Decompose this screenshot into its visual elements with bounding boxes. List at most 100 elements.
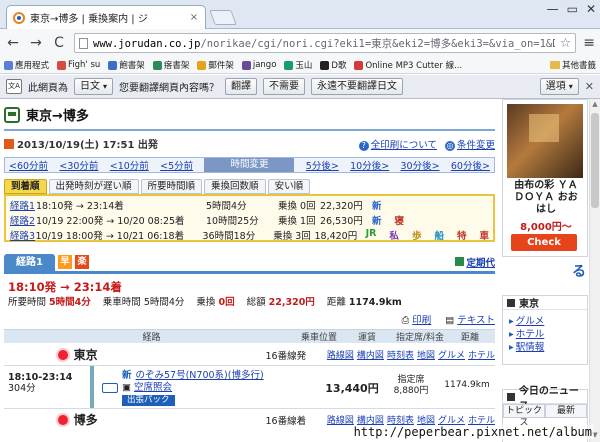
bookmark-item[interactable]: 瘩書架 <box>152 59 190 71</box>
print-link[interactable]: 印刷 <box>412 315 431 326</box>
bookmark-item[interactable]: D歌 <box>320 59 346 71</box>
time-link-before-60[interactable]: <60分前 <box>9 158 48 172</box>
tab-route-1[interactable]: 経路1 <box>4 254 55 271</box>
no-thanks-button[interactable]: 不需要 <box>263 78 306 95</box>
translate-button[interactable]: 翻譯 <box>225 78 258 95</box>
route-transfers: 乗換 0回 <box>278 200 316 212</box>
question-icon: ? <box>358 140 369 151</box>
station-link[interactable]: グルメ <box>438 348 465 361</box>
train-name-link[interactable]: のぞみ57号(N700系)(博多行) <box>136 370 264 381</box>
bookmark-label: 郵件架 <box>208 61 234 71</box>
apps-icon <box>4 60 13 70</box>
time-link-after-10[interactable]: 10分後> <box>350 158 389 172</box>
route-name[interactable]: 経路3 <box>10 228 36 242</box>
tab-sort-transfers[interactable]: 乗換回数順 <box>204 179 266 194</box>
station-link[interactable]: 時刻表 <box>387 348 414 361</box>
text-link[interactable]: テキスト <box>457 315 495 326</box>
tab-sort-cheapest[interactable]: 安い順 <box>267 179 311 194</box>
station-box-link[interactable]: ホテル <box>516 329 545 340</box>
options-button[interactable]: 選項 <box>539 78 579 95</box>
translate-prefix: 此網頁為 <box>28 83 68 94</box>
station-link[interactable]: 路線図 <box>327 348 354 361</box>
scrollbar-thumb[interactable] <box>591 113 599 208</box>
route-mark: JR <box>365 227 377 239</box>
time-link-before-30[interactable]: <30分前 <box>59 158 98 172</box>
page-header: 東京→博多 <box>4 105 89 124</box>
minimize-button[interactable]: — <box>547 0 559 18</box>
route-row[interactable]: 経路2 10/19 22:00発 → 10/20 08:25着 10時間25分 … <box>10 212 489 227</box>
route-row[interactable]: 経路3 10/19 18:00発 → 10/21 06:18着 36時間18分 … <box>10 227 489 242</box>
route-row[interactable]: 経路1 18:10発 → 23:14着 5時間4分 乗換 0回 22,320円 … <box>10 197 489 212</box>
commuter-pass-link[interactable]: 定期代 <box>466 258 495 269</box>
print-all-link[interactable]: 全印刷について <box>371 140 437 151</box>
tab-latest[interactable]: 最新 <box>545 404 587 418</box>
seat-check-link[interactable]: 空席照会 <box>134 382 172 393</box>
station-name: 博多 <box>73 413 98 427</box>
chrome-menu-icon[interactable]: ≡ <box>583 35 595 51</box>
never-translate-button[interactable]: 永遠不要翻譯日文 <box>311 78 404 95</box>
window-controls: — ▭ ✕ <box>547 0 596 18</box>
tab-close-icon[interactable]: × <box>189 12 199 23</box>
route-transfers: 乗換 1回 <box>278 215 316 227</box>
bookmark-item[interactable]: 飽書架 <box>108 59 145 71</box>
bookmark-item[interactable]: Figh' su <box>57 60 100 70</box>
maximize-button[interactable]: ▭ <box>567 0 578 18</box>
back-button[interactable]: ← <box>5 35 21 51</box>
bookmark-item[interactable]: Online MP3 Cutter 線... <box>354 59 462 71</box>
options-label: 選項 <box>545 81 566 92</box>
square-icon <box>507 392 515 401</box>
conditions-link[interactable]: 条件変更 <box>457 140 495 151</box>
bookmark-item[interactable]: 郵件架 <box>197 59 234 71</box>
tab-sort-duration[interactable]: 所要時間順 <box>140 179 203 194</box>
route-list: 経路1 18:10発 → 23:14着 5時間4分 乗換 0回 22,320円 … <box>4 194 495 242</box>
tab-title: 東京→博多 | 乗換案内 | ジ <box>30 14 148 25</box>
departure-date: 2013/10/19(土) 17:51 出発 <box>17 140 158 151</box>
forward-button[interactable]: → <box>28 35 44 51</box>
station-box-link[interactable]: 駅情報 <box>516 342 545 353</box>
station-link[interactable]: 地図 <box>417 348 435 361</box>
time-link-before-5[interactable]: <5分前 <box>160 158 193 172</box>
time-link-after-30[interactable]: 30分後> <box>400 158 439 172</box>
time-link-before-10[interactable]: <10分前 <box>110 158 149 172</box>
route-time: 10/19 18:00発 → 10/21 06:18着 <box>35 230 185 242</box>
train-icon <box>102 383 118 393</box>
bookmark-star-icon[interactable]: ☆ <box>560 36 572 51</box>
station-box-links: グルメ ホテル 駅情報 <box>503 310 587 354</box>
reload-button[interactable]: C <box>51 35 67 51</box>
hotel-ad[interactable]: 由布の彩 ＹＡ ＤＯＹＡ おお はし 8,000円～ Check <box>502 99 588 257</box>
business-pack-button[interactable]: 出張パック <box>122 395 175 406</box>
station-link[interactable]: 構内図 <box>357 348 384 361</box>
address-bar[interactable]: www.jorudan.co.jp/norikae/cgi/nori.cgi?e… <box>74 33 577 53</box>
vertical-scrollbar[interactable]: ▲ ▼ <box>589 99 600 442</box>
bookmark-label: 瘩書架 <box>163 61 190 71</box>
new-tab-button[interactable] <box>209 10 237 25</box>
tab-topics[interactable]: トピックス <box>503 404 545 428</box>
bookmark-item[interactable]: 應用程式 <box>4 59 49 71</box>
route-marks: 新 寝 <box>372 213 404 227</box>
time-link-after-60[interactable]: 60分後> <box>451 158 490 172</box>
tab-sort-arrival[interactable]: 到着順 <box>4 179 47 194</box>
station-link[interactable]: ホテル <box>468 348 495 361</box>
bookmark-item[interactable]: 玉山 <box>284 59 312 71</box>
route-name[interactable]: 経路1 <box>10 198 36 212</box>
bookmark-favicon-icon <box>284 60 294 70</box>
other-bookmarks[interactable]: 其他書籤 <box>549 59 596 71</box>
ride-time: 5時間4分 <box>143 297 185 308</box>
route-name[interactable]: 経路2 <box>10 213 36 227</box>
ad-line: ＤＯＹＡ おお <box>514 192 578 203</box>
station-name: 東京 <box>73 348 98 362</box>
time-link-after-5[interactable]: 5分後> <box>306 158 339 172</box>
station-box-link[interactable]: グルメ <box>516 316 545 327</box>
ad-check-button[interactable]: Check <box>511 234 577 251</box>
language-select[interactable]: 日文 <box>74 78 114 95</box>
station-link[interactable]: 路線図 <box>327 413 354 426</box>
bookmark-item[interactable]: jango <box>241 60 276 70</box>
browser-tab-active[interactable]: 東京→博多 | 乗換案内 | ジ × <box>6 5 206 29</box>
bookmark-label: D歌 <box>331 61 347 71</box>
translate-close-icon[interactable]: ✕ <box>585 80 594 93</box>
scroll-up-icon[interactable]: ▲ <box>591 100 599 110</box>
url-text[interactable]: www.jorudan.co.jp/norikae/cgi/nori.cgi?e… <box>93 36 555 51</box>
jorudan-logo: る <box>572 264 586 280</box>
tab-sort-late-departure[interactable]: 出発時刻が遅い順 <box>48 179 139 194</box>
close-window-button[interactable]: ✕ <box>586 0 596 18</box>
